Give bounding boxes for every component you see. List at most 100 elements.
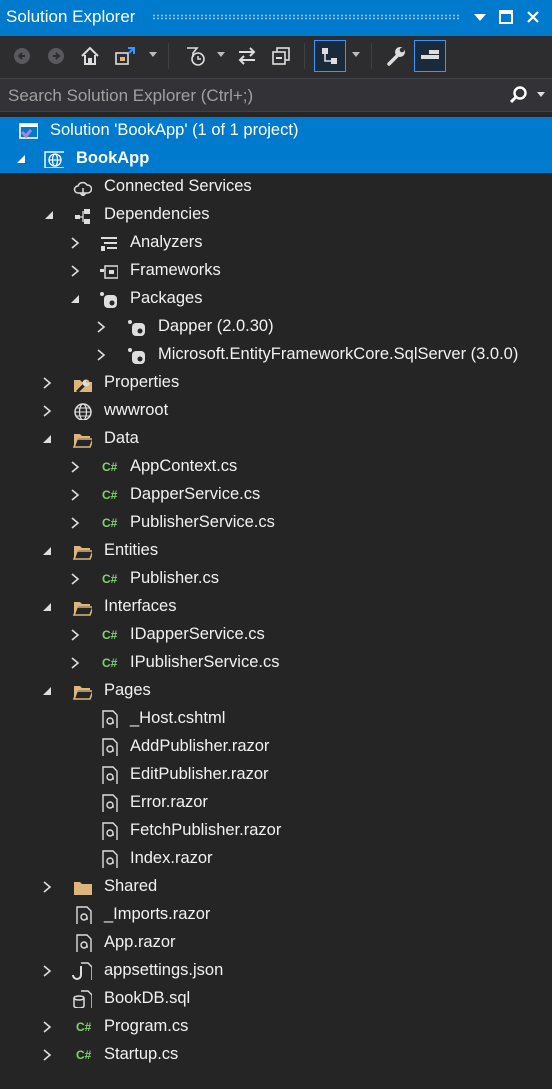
tree-item-publisher-cs[interactable]: C# Publisher.cs — [0, 565, 552, 593]
collapsed-arrow-icon[interactable] — [40, 1048, 54, 1062]
tree-item-fetchpublisher-razor[interactable]: FetchPublisher.razor — [0, 817, 552, 845]
collapsed-arrow-icon[interactable] — [40, 404, 54, 418]
tree-item-error-razor[interactable]: Error.razor — [0, 789, 552, 817]
home-button[interactable] — [74, 40, 106, 72]
nuget-package-icon — [128, 320, 145, 336]
tree-item-label: Interfaces — [104, 597, 177, 615]
solution-icon — [19, 123, 38, 139]
collapsed-arrow-icon[interactable] — [40, 1020, 54, 1034]
collapsed-arrow-icon[interactable] — [40, 376, 54, 390]
tree-item-label: AppContext.cs — [130, 457, 238, 475]
open-folder-icon — [72, 686, 92, 700]
tree-item-data-folder[interactable]: Data — [0, 425, 552, 453]
sync-with-active-document-button[interactable] — [231, 40, 263, 72]
tree-item-label: Solution 'BookApp' (1 of 1 project) — [50, 121, 299, 139]
collapsed-arrow-icon[interactable] — [68, 236, 82, 250]
collapsed-arrow-icon[interactable] — [94, 348, 108, 362]
collapsed-arrow-icon[interactable] — [94, 320, 108, 334]
collapsed-arrow-icon[interactable] — [68, 264, 82, 278]
tree-item-label: Analyzers — [130, 233, 203, 251]
razor-file-icon — [102, 710, 118, 728]
tree-item-entities-folder[interactable]: Entities — [0, 537, 552, 565]
collapsed-arrow-icon[interactable] — [40, 964, 54, 978]
tree-item-app-razor[interactable]: App.razor — [0, 929, 552, 957]
tree-item-efcore-package[interactable]: Microsoft.EntityFrameworkCore.SqlServer … — [0, 341, 552, 369]
json-file-icon — [72, 962, 92, 980]
expanded-arrow-icon[interactable] — [40, 600, 54, 614]
show-all-files-button[interactable] — [314, 40, 346, 72]
tree-item-dapper-package[interactable]: Dapper (2.0.30) — [0, 313, 552, 341]
toolbar-separator — [304, 43, 305, 69]
close-button[interactable] — [523, 6, 543, 28]
tree-item-idapperservice-cs[interactable]: C# IDapperService.cs — [0, 621, 552, 649]
preview-selected-items-button[interactable] — [414, 40, 446, 72]
tree-item-wwwroot[interactable]: wwwroot — [0, 397, 552, 425]
properties-button[interactable] — [380, 40, 412, 72]
collapsed-arrow-icon[interactable] — [40, 880, 54, 894]
switch-views-dropdown[interactable] — [149, 52, 157, 57]
show-all-files-dropdown[interactable] — [352, 52, 360, 57]
tree-item-properties[interactable]: Properties — [0, 369, 552, 397]
tree-item-packages[interactable]: Packages — [0, 285, 552, 313]
tree-item-dependencies[interactable]: Dependencies — [0, 201, 552, 229]
tree-item-startup-cs[interactable]: C# Startup.cs — [0, 1041, 552, 1069]
collapsed-arrow-icon[interactable] — [68, 572, 82, 586]
collapsed-arrow-icon[interactable] — [68, 628, 82, 642]
title-grip[interactable] — [152, 14, 460, 20]
tree-item-program-cs[interactable]: C# Program.cs — [0, 1013, 552, 1041]
expanded-arrow-icon[interactable] — [40, 432, 54, 446]
connected-services-icon — [73, 181, 92, 196]
search-input[interactable] — [0, 79, 510, 113]
switch-views-button[interactable] — [110, 40, 142, 72]
tree-item-label: _Host.cshtml — [130, 709, 226, 727]
csharp-file-icon: C# — [102, 628, 118, 642]
window-position-dropdown[interactable] — [470, 6, 490, 28]
tree-item-project[interactable]: BookApp — [0, 145, 552, 173]
toolbar-separator — [168, 43, 169, 69]
tree-item-host-cshtml[interactable]: _Host.cshtml — [0, 705, 552, 733]
expanded-arrow-icon[interactable] — [42, 208, 56, 222]
filter-dropdown[interactable] — [217, 52, 225, 57]
expanded-arrow-icon[interactable] — [68, 292, 82, 306]
csharp-file-icon: C# — [102, 516, 118, 530]
expanded-arrow-icon[interactable] — [40, 684, 54, 698]
collapsed-arrow-icon[interactable] — [68, 488, 82, 502]
tree-item-appcontext-cs[interactable]: C# AppContext.cs — [0, 453, 552, 481]
collapse-all-button[interactable] — [265, 40, 297, 72]
search-icon[interactable] — [508, 85, 528, 105]
tree-item-appsettings-json[interactable]: appsettings.json — [0, 957, 552, 985]
forward-button[interactable] — [40, 40, 72, 72]
tree-item-pages-folder[interactable]: Pages — [0, 677, 552, 705]
tree-item-publisherservice-cs[interactable]: C# PublisherService.cs — [0, 509, 552, 537]
tree-item-connected-services[interactable]: Connected Services — [0, 173, 552, 201]
tree-item-label: Frameworks — [130, 261, 221, 279]
tree-item-label: Entities — [104, 541, 159, 559]
razor-file-icon — [102, 822, 118, 840]
globe-icon — [74, 403, 92, 420]
collapsed-arrow-icon[interactable] — [68, 516, 82, 530]
tree-item-analyzers[interactable]: Analyzers — [0, 229, 552, 257]
properties-folder-icon — [74, 379, 92, 392]
razor-file-icon — [102, 738, 118, 756]
pending-changes-filter-button[interactable] — [180, 40, 212, 72]
tree-item-shared-folder[interactable]: Shared — [0, 873, 552, 901]
back-button[interactable] — [6, 40, 38, 72]
tree-item-ipublisherservice-cs[interactable]: C# IPublisherService.cs — [0, 649, 552, 677]
expanded-arrow-icon[interactable] — [14, 152, 28, 166]
tree-item-frameworks[interactable]: Frameworks — [0, 257, 552, 285]
collapsed-arrow-icon[interactable] — [68, 656, 82, 670]
nuget-package-icon — [128, 348, 145, 364]
tree-item-solution[interactable]: Solution 'BookApp' (1 of 1 project) — [0, 117, 552, 145]
tree-item-interfaces-folder[interactable]: Interfaces — [0, 593, 552, 621]
maximize-button[interactable] — [496, 6, 516, 28]
expanded-arrow-icon[interactable] — [40, 544, 54, 558]
tree-item-index-razor[interactable]: Index.razor — [0, 845, 552, 873]
collapsed-arrow-icon[interactable] — [68, 460, 82, 474]
tree-item-label: App.razor — [104, 933, 176, 951]
tree-item-dapperservice-cs[interactable]: C# DapperService.cs — [0, 481, 552, 509]
tree-item-imports-razor[interactable]: _Imports.razor — [0, 901, 552, 929]
tree-item-editpublisher-razor[interactable]: EditPublisher.razor — [0, 761, 552, 789]
search-options-dropdown[interactable] — [537, 92, 545, 97]
tree-item-addpublisher-razor[interactable]: AddPublisher.razor — [0, 733, 552, 761]
tree-item-bookdb-sql[interactable]: BookDB.sql — [0, 985, 552, 1013]
